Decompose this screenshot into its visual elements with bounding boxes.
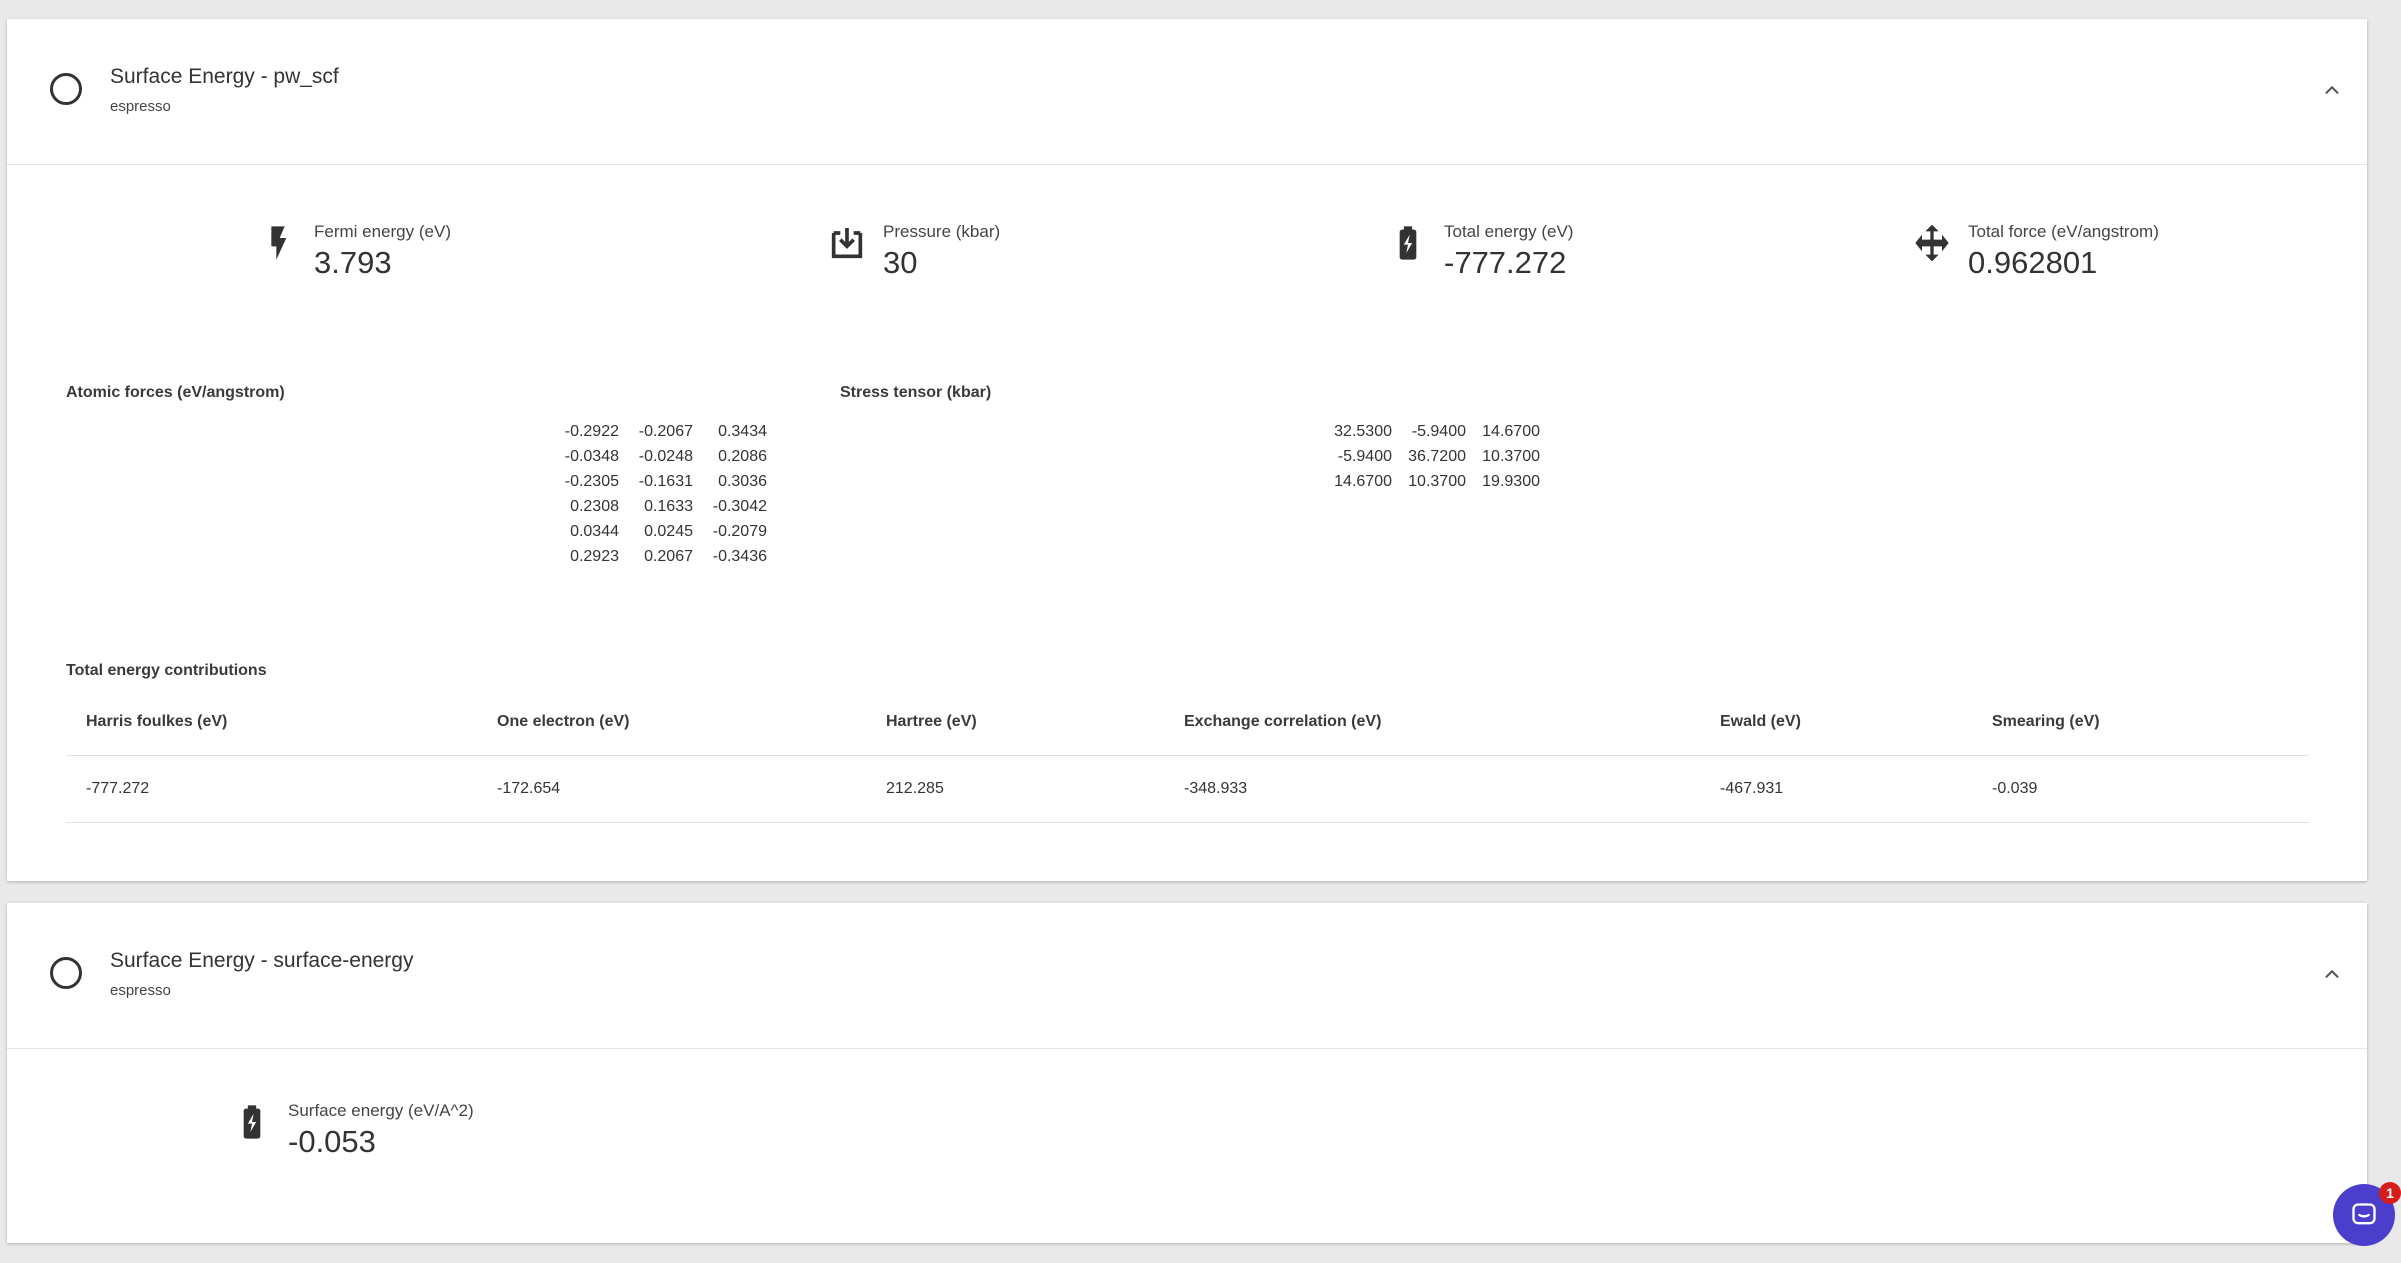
matrix-cell: -0.3436 [712,548,767,565]
matrix-cell: -5.9400 [1411,423,1466,440]
table-cell: -467.931 [1700,755,1972,823]
chat-icon [2352,1203,2376,1225]
matrix-row: -0.0348 -0.0248 0.2086 [467,444,767,469]
matrix-cell: 10.3700 [1408,473,1466,490]
metric-label: Surface energy (eV/A^2) [288,1101,474,1120]
matrix-cell: 32.5300 [1334,423,1392,440]
matrix-row: -0.2922 -0.2067 0.3434 [467,419,767,444]
matrix-cell: 0.2067 [644,548,693,565]
table-row: -777.272 -172.654 212.285 -348.933 -467.… [66,755,2309,823]
matrix-cell: -0.0348 [564,448,619,465]
chevron-up-icon[interactable] [2321,963,2343,985]
matrix-row: -5.9400 36.7200 10.3700 [1240,444,1540,469]
matrix-cell: -0.1631 [638,473,693,490]
card-header[interactable]: Surface Energy - pw_scf espresso [7,19,2367,165]
matrix-cell: 0.0245 [644,523,693,540]
metric-label: Pressure (kbar) [883,222,1001,241]
matrix-cell: 14.6700 [1334,473,1392,490]
matrix-row: 0.2308 0.1633 -0.3042 [467,494,767,519]
matrix-cell: -5.9400 [1337,448,1392,465]
matrix-cell: 0.1633 [644,498,693,515]
matrix-row: -0.2305 -0.1631 0.3036 [467,469,767,494]
matrix-cell: -0.0248 [638,448,693,465]
matrix-row: 32.5300 -5.9400 14.6700 [1240,419,1540,444]
matrix-cell: -0.2305 [564,473,619,490]
energy-contributions-title: Total energy contributions [66,662,267,679]
card-subtitle: espresso [110,982,171,999]
metric-value: -777.272 [1444,245,1567,280]
table-cell: -348.933 [1164,755,1700,823]
stress-tensor-title: Stress tensor (kbar) [840,384,992,401]
atomic-forces-matrix: -0.2922 -0.2067 0.3434 -0.0348 -0.0248 0… [467,419,767,569]
column-header: Harris foulkes (eV) [66,689,477,756]
table-cell: -777.272 [66,755,477,823]
stress-tensor-matrix: 32.5300 -5.9400 14.6700 -5.9400 36.7200 … [1240,419,1540,494]
notification-badge: 1 [2379,1182,2401,1204]
chevron-up-icon[interactable] [2321,79,2343,101]
result-card-pw-scf: Surface Energy - pw_scf espresso Fermi e… [7,19,2367,881]
table-cell: 212.285 [866,755,1164,823]
metric-label: Fermi energy (eV) [314,222,451,241]
matrix-cell: 0.2923 [570,548,619,565]
card-subtitle: espresso [110,98,171,115]
table-cell: -172.654 [477,755,866,823]
metric-value: -0.053 [288,1124,376,1159]
table-cell: -0.039 [1972,755,2309,823]
metric-value: 3.793 [314,245,392,280]
flash-icon [271,226,287,260]
matrix-cell: 36.7200 [1408,448,1466,465]
matrix-cell: -0.2079 [712,523,767,540]
column-header: Smearing (eV) [1972,689,2309,756]
column-header: Exchange correlation (eV) [1164,689,1700,756]
column-header: Hartree (eV) [866,689,1164,756]
metric-value: 0.962801 [1968,245,2098,280]
battery-charging-icon [1399,226,1417,260]
matrix-row: 0.2923 0.2067 -0.3436 [467,544,767,569]
battery-charging-icon [243,1105,261,1139]
matrix-cell: 14.6700 [1482,423,1540,440]
status-circle-icon [50,957,82,989]
metric-label: Total energy (eV) [1444,222,1574,241]
matrix-cell: 19.9300 [1482,473,1540,490]
matrix-row: 14.6700 10.3700 19.9300 [1240,469,1540,494]
matrix-cell: -0.2922 [564,423,619,440]
download-box-icon [831,228,863,259]
table-header-row: Harris foulkes (eV) One electron (eV) Ha… [66,689,2309,756]
metric-label: Total force (eV/angstrom) [1968,222,2159,241]
move-arrows-icon [1915,224,1949,262]
matrix-cell: -0.3042 [712,498,767,515]
card-title: Surface Energy - surface-energy [110,949,414,972]
matrix-cell: -0.2067 [638,423,693,440]
card-title: Surface Energy - pw_scf [110,65,339,88]
metric-value: 30 [883,245,918,280]
matrix-cell: 0.3434 [718,423,767,440]
matrix-cell: 0.0344 [570,523,619,540]
energy-contributions-table: Harris foulkes (eV) One electron (eV) Ha… [66,689,2309,823]
status-circle-icon [50,73,82,105]
column-header: One electron (eV) [477,689,866,756]
column-header: Ewald (eV) [1700,689,1972,756]
result-card-surface-energy: Surface Energy - surface-energy espresso… [7,903,2367,1243]
card-header[interactable]: Surface Energy - surface-energy espresso [7,903,2367,1049]
matrix-cell: 0.2308 [570,498,619,515]
matrix-row: 0.0344 0.0245 -0.2079 [467,519,767,544]
matrix-cell: 0.3036 [718,473,767,490]
matrix-cell: 0.2086 [718,448,767,465]
atomic-forces-title: Atomic forces (eV/angstrom) [66,384,285,401]
matrix-cell: 10.3700 [1482,448,1540,465]
